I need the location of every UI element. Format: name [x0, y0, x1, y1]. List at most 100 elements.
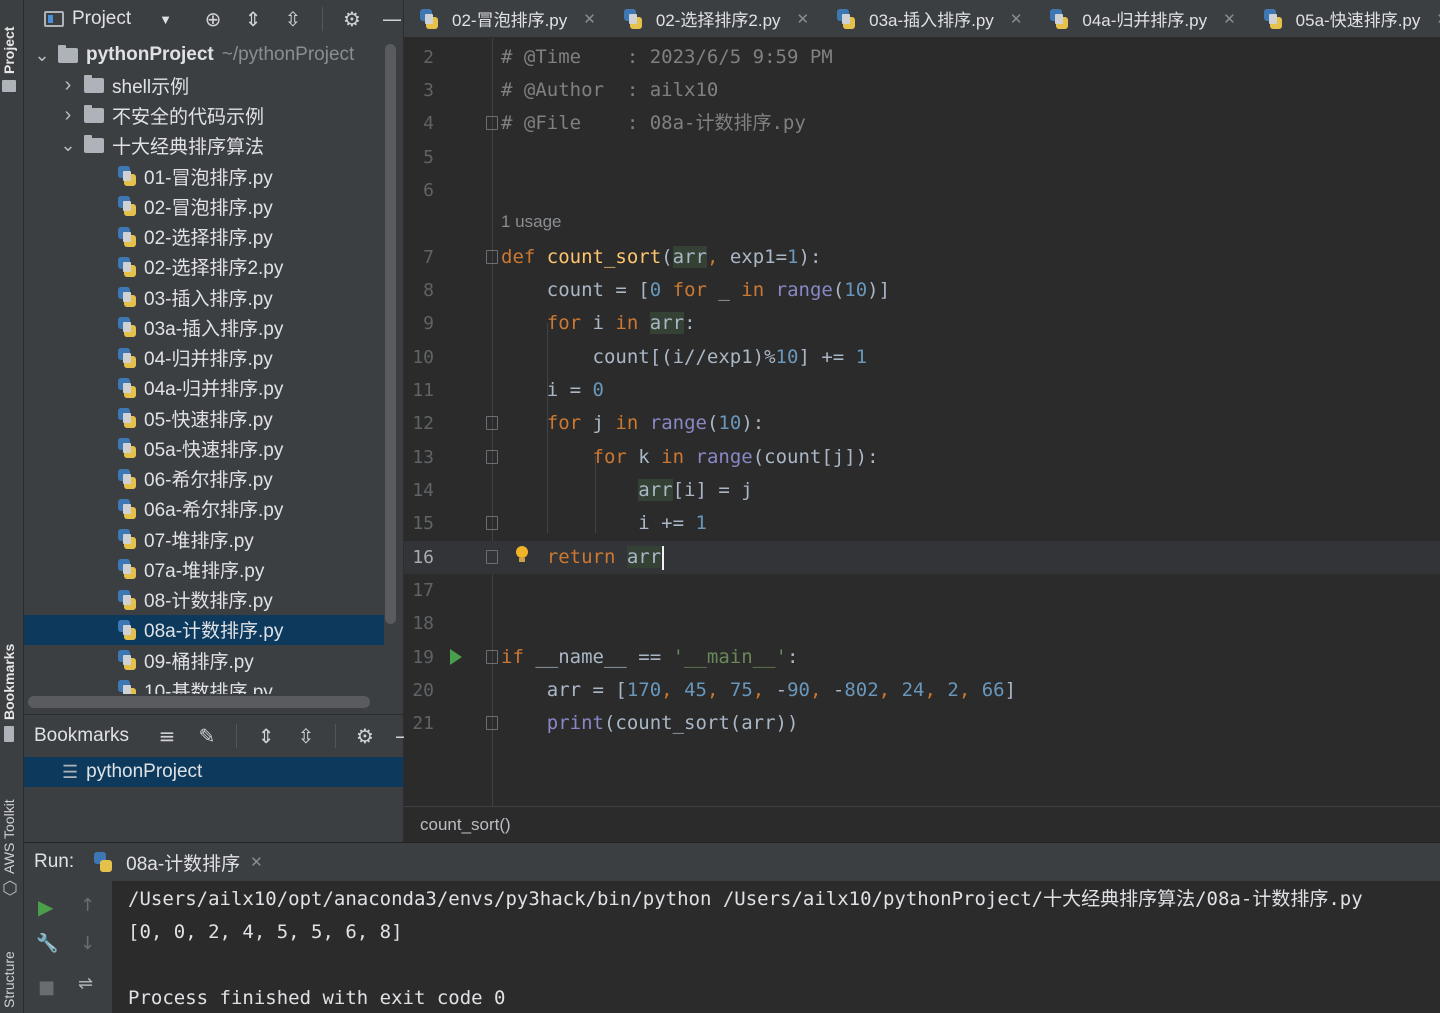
- tree-horizontal-scrollbar[interactable]: [28, 696, 370, 708]
- chevron-down-icon[interactable]: ⌄: [58, 135, 78, 156]
- code-line[interactable]: 18: [404, 607, 1440, 640]
- chevron-right-icon[interactable]: ›: [58, 104, 78, 127]
- line-number[interactable]: 13: [404, 441, 434, 474]
- code-line[interactable]: 20 arr = [170, 45, 75, -90, -802, 24, 2,…: [404, 674, 1440, 707]
- tree-folder[interactable]: ⌄ pythonProject ~/pythonProject: [24, 40, 384, 70]
- line-number[interactable]: 2: [404, 41, 434, 74]
- editor-tab[interactable]: 02-冒泡排序.py ✕: [404, 0, 608, 37]
- close-tab-icon[interactable]: ✕: [797, 10, 810, 28]
- expand-all-icon[interactable]: ⇕: [255, 717, 277, 755]
- close-tab-icon[interactable]: ✕: [1436, 10, 1440, 28]
- tree-file[interactable]: 05a-快速排序.py: [24, 433, 384, 463]
- fold-marker-icon[interactable]: [486, 516, 498, 530]
- code-line[interactable]: 15 i += 1: [404, 507, 1440, 540]
- line-number[interactable]: 15: [404, 507, 434, 540]
- tree-file[interactable]: 04a-归并排序.py: [24, 373, 384, 403]
- line-number[interactable]: 7: [404, 241, 434, 274]
- chevron-down-icon[interactable]: ▼: [159, 12, 172, 27]
- line-number[interactable]: 18: [404, 607, 434, 640]
- fold-marker-icon[interactable]: [486, 650, 498, 664]
- tree-folder[interactable]: › shell示例: [24, 70, 384, 100]
- code-line[interactable]: 5: [404, 141, 1440, 174]
- collapse-all-icon[interactable]: ⇳: [295, 717, 317, 755]
- aws-toolkit-tool-button[interactable]: AWS Toolkit: [0, 776, 18, 874]
- code-line[interactable]: 9 for i in arr:: [404, 307, 1440, 340]
- locate-icon[interactable]: ⊕: [202, 0, 224, 38]
- fold-marker-icon[interactable]: [486, 550, 498, 564]
- tree-file[interactable]: 03a-插入排序.py: [24, 312, 384, 342]
- bookmark-list-item[interactable]: ☰ pythonProject: [24, 757, 403, 787]
- close-icon[interactable]: ✕: [250, 853, 263, 871]
- tree-file[interactable]: 08a-计数排序.py: [24, 614, 384, 645]
- line-number[interactable]: 5: [404, 141, 434, 174]
- line-number[interactable]: 14: [404, 474, 434, 507]
- tree-file[interactable]: 05-快速排序.py: [24, 403, 384, 433]
- tree-folder[interactable]: › 不安全的代码示例: [24, 101, 384, 131]
- line-number[interactable]: 6: [404, 174, 434, 207]
- collapse-all-icon[interactable]: ⇳: [282, 0, 304, 38]
- line-number[interactable]: 17: [404, 574, 434, 607]
- tree-file[interactable]: 09-桶排序.py: [24, 645, 384, 675]
- code-editor[interactable]: 1 usage 2 # @Time : 2023/6/5 9:59 PM 3 # @A…: [404, 38, 1440, 806]
- bookmark-icon[interactable]: [4, 726, 14, 742]
- code-line[interactable]: 2 # @Time : 2023/6/5 9:59 PM: [404, 41, 1440, 74]
- code-line[interactable]: 4 # @File : 08a-计数排序.py: [404, 107, 1440, 140]
- code-line[interactable]: 12 for j in range(10):: [404, 407, 1440, 440]
- code-line[interactable]: 13 for k in range(count[j]):: [404, 441, 1440, 474]
- line-number[interactable]: 4: [404, 107, 434, 140]
- breadcrumb[interactable]: count_sort(): [404, 806, 1440, 842]
- usage-hint[interactable]: 1 usage: [501, 212, 562, 232]
- tree-file[interactable]: 04-归并排序.py: [24, 343, 384, 373]
- close-tab-icon[interactable]: ✕: [1223, 10, 1236, 28]
- line-number[interactable]: 8: [404, 274, 434, 307]
- rerun-icon[interactable]: ▶: [38, 895, 53, 919]
- tree-file[interactable]: 02-选择排序.py: [24, 222, 384, 252]
- editor-tab[interactable]: 03a-插入排序.py ✕: [821, 0, 1034, 37]
- fold-marker-icon[interactable]: [486, 450, 498, 464]
- run-tab[interactable]: 08a-计数排序 ✕: [94, 849, 263, 876]
- code-line[interactable]: 6: [404, 174, 1440, 207]
- bookmarks-tool-button[interactable]: Bookmarks: [0, 628, 18, 720]
- line-number[interactable]: 11: [404, 374, 434, 407]
- tree-file[interactable]: 02-选择排序2.py: [24, 252, 384, 282]
- tree-file[interactable]: 06a-希尔排序.py: [24, 494, 384, 524]
- close-tab-icon[interactable]: ✕: [1010, 10, 1023, 28]
- aws-cube-icon[interactable]: ⬡: [2, 878, 18, 899]
- line-number[interactable]: 21: [404, 707, 434, 740]
- wrench-icon[interactable]: 🔧: [36, 933, 58, 954]
- line-number[interactable]: 9: [404, 307, 434, 340]
- arrow-up-icon[interactable]: ↑: [80, 895, 95, 916]
- tree-file[interactable]: 08-计数排序.py: [24, 585, 384, 615]
- line-number[interactable]: 12: [404, 407, 434, 440]
- expand-all-icon[interactable]: ⇕: [242, 0, 264, 38]
- tree-file[interactable]: 01-冒泡排序.py: [24, 161, 384, 191]
- gear-icon[interactable]: ⚙: [354, 717, 376, 755]
- tree-file[interactable]: 06-希尔排序.py: [24, 464, 384, 494]
- add-bookmark-list-icon[interactable]: ≡: [156, 717, 178, 755]
- tree-file[interactable]: 07-堆排序.py: [24, 524, 384, 554]
- tree-file[interactable]: 07a-堆排序.py: [24, 554, 384, 584]
- soft-wrap-icon[interactable]: ⇌: [78, 973, 93, 994]
- fold-marker-icon[interactable]: [486, 116, 498, 130]
- editor-tab[interactable]: 02-选择排序2.py ✕: [608, 0, 821, 37]
- code-line[interactable]: 16 return arr: [404, 541, 1440, 574]
- fold-marker-icon[interactable]: [486, 416, 498, 430]
- code-line[interactable]: 10 count[(i//exp1)%10] += 1: [404, 341, 1440, 374]
- tree-file[interactable]: 03-插入排序.py: [24, 282, 384, 312]
- line-number[interactable]: 3: [404, 74, 434, 107]
- tree-file[interactable]: 02-冒泡排序.py: [24, 191, 384, 221]
- chevron-down-icon[interactable]: ⌄: [32, 45, 52, 66]
- fold-marker-icon[interactable]: [486, 250, 498, 264]
- code-line[interactable]: 17: [404, 574, 1440, 607]
- code-line[interactable]: 14 arr[i] = j: [404, 474, 1440, 507]
- structure-tool-button[interactable]: Structure: [0, 928, 18, 1008]
- arrow-down-icon[interactable]: ↓: [80, 933, 95, 954]
- line-number[interactable]: 20: [404, 674, 434, 707]
- code-line[interactable]: 3 # @Author : ailx10: [404, 74, 1440, 107]
- line-number[interactable]: 16: [404, 541, 434, 574]
- project-panel-title[interactable]: Project: [72, 8, 131, 30]
- close-tab-icon[interactable]: ✕: [583, 10, 596, 28]
- code-line[interactable]: 11 i = 0: [404, 374, 1440, 407]
- code-line[interactable]: 8 count = [0 for _ in range(10)]: [404, 274, 1440, 307]
- pencil-icon[interactable]: ✎: [196, 717, 218, 755]
